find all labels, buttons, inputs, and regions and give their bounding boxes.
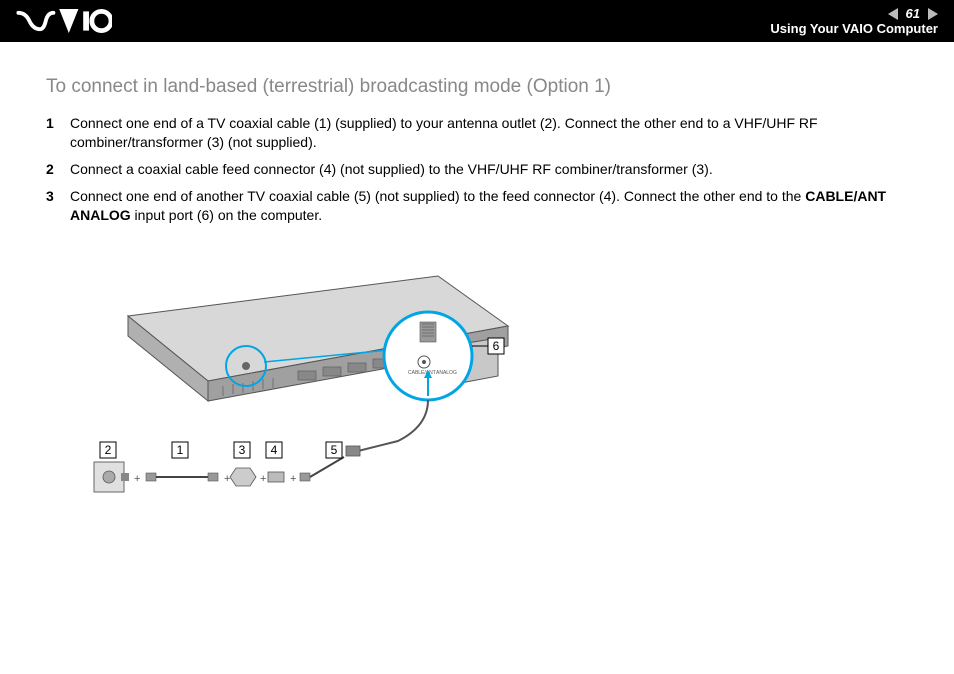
wall-outlet	[94, 462, 129, 492]
next-page-icon[interactable]	[928, 8, 938, 20]
svg-text:+: +	[134, 473, 140, 485]
callout-4: 4	[266, 442, 282, 458]
section-heading: To connect in land-based (terrestrial) b…	[46, 76, 908, 98]
label-analog: ANALOG	[436, 370, 457, 376]
step-text: Connect a coaxial cable feed connector (…	[70, 161, 713, 177]
cable-5	[300, 457, 344, 481]
callout-5: 5	[326, 442, 342, 458]
callout-2: 2	[100, 442, 116, 458]
svg-text:+: +	[290, 473, 296, 485]
step-item: Connect one end of another TV coaxial ca…	[46, 187, 908, 225]
svg-text:1: 1	[177, 444, 184, 458]
page-content: To connect in land-based (terrestrial) b…	[0, 42, 954, 526]
label-cable-ant: CABLE/ANT	[408, 370, 436, 376]
header-section-title: Using Your VAIO Computer	[770, 21, 938, 36]
combiner	[230, 468, 256, 486]
svg-text:+: +	[260, 473, 266, 485]
step-item: Connect one end of a TV coaxial cable (1…	[46, 114, 908, 152]
feed-connector	[268, 472, 284, 482]
callout-1: 1	[172, 442, 188, 458]
header-bar: 61 Using Your VAIO Computer	[0, 0, 954, 42]
svg-text:5: 5	[331, 444, 338, 458]
prev-page-icon[interactable]	[888, 8, 898, 20]
callout-3: 3	[234, 442, 250, 458]
step-item: Connect a coaxial cable feed connector (…	[46, 160, 908, 179]
step-text: Connect one end of a TV coaxial cable (1…	[70, 115, 818, 150]
svg-text:6: 6	[493, 340, 500, 354]
svg-text:+: +	[224, 473, 230, 485]
page-number: 61	[902, 6, 924, 21]
svg-text:4: 4	[271, 444, 278, 458]
steps-list: Connect one end of a TV coaxial cable (1…	[46, 114, 908, 224]
cable-1	[146, 473, 218, 481]
header-right: 61 Using Your VAIO Computer	[770, 6, 938, 36]
page-nav: 61	[888, 6, 938, 21]
connection-diagram: CABLE/ANT ANALOG 6	[68, 246, 568, 506]
vaio-logo	[16, 9, 112, 33]
cable-5b	[358, 400, 428, 451]
svg-text:2: 2	[105, 444, 112, 458]
svg-text:3: 3	[239, 444, 246, 458]
step-text: Connect one end of another TV coaxial ca…	[70, 188, 805, 204]
step-text-after: input port (6) on the computer.	[131, 207, 322, 223]
